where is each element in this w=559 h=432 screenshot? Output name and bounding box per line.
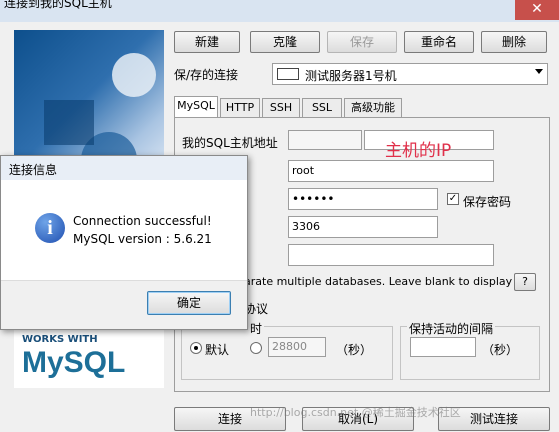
keepalive-input[interactable] bbox=[410, 337, 476, 357]
host-input[interactable] bbox=[288, 130, 362, 150]
tab-advanced[interactable]: 高级功能 bbox=[344, 98, 402, 118]
save-button[interactable]: 保存 bbox=[327, 31, 397, 53]
help-button[interactable]: ? bbox=[514, 273, 536, 291]
save-password-checkbox[interactable]: ✓ bbox=[447, 193, 459, 205]
custom-timeout-radio[interactable] bbox=[250, 342, 262, 354]
connection-info-dialog: 连接信息 i Connection successful! MySQL vers… bbox=[0, 155, 248, 330]
default-radio[interactable] bbox=[190, 342, 202, 354]
logo-mysql: MySQL bbox=[22, 346, 126, 379]
timeout-label: 时 bbox=[248, 320, 265, 337]
password-input[interactable]: •••••• bbox=[288, 188, 438, 210]
saved-connection-value: 测试服务器1号机 bbox=[305, 69, 397, 83]
info-icon: i bbox=[35, 213, 65, 243]
window-titlebar: 连接到我的SQL主机 ✕ bbox=[0, 0, 559, 22]
save-password-label: 保存密码 bbox=[463, 195, 512, 209]
dialog-message-line2: MySQL version : 5.6.21 bbox=[73, 232, 212, 246]
chevron-down-icon[interactable] bbox=[535, 69, 543, 74]
info-glyph: i bbox=[47, 217, 53, 239]
rename-button[interactable]: 重命名 bbox=[404, 31, 474, 53]
database-hint: arate multiple databases. Leave blank to… bbox=[244, 275, 533, 288]
tab-ssl[interactable]: SSL bbox=[302, 98, 342, 118]
database-input[interactable] bbox=[288, 244, 494, 266]
watermark: http://blog.csdn.net @稀土掘金技术社区 bbox=[250, 406, 461, 419]
tab-ssh[interactable]: SSH bbox=[262, 98, 300, 118]
dialog-message-line1: Connection successful! bbox=[73, 214, 212, 228]
ok-button[interactable]: 确定 bbox=[147, 291, 231, 315]
timeout-input[interactable]: 28800 bbox=[268, 337, 326, 357]
saved-connection-label: 保/存的连接 bbox=[174, 68, 239, 82]
saved-connection-select[interactable]: 测试服务器1号机 bbox=[272, 63, 548, 85]
radio-dot bbox=[194, 346, 198, 350]
timeout-seconds: （秒） bbox=[336, 343, 373, 357]
default-label: 默认 bbox=[205, 343, 230, 357]
host-label: 我的SQL主机地址 bbox=[182, 136, 278, 150]
dialog-titlebar: 连接信息 bbox=[1, 156, 247, 180]
port-input[interactable]: 3306 bbox=[288, 216, 438, 238]
dialog-title: 连接信息 bbox=[9, 163, 58, 177]
color-swatch bbox=[277, 68, 299, 80]
host-annotation: 主机的IP bbox=[385, 141, 452, 161]
tab-mysql[interactable]: MySQL bbox=[174, 96, 218, 118]
new-button[interactable]: 新建 bbox=[174, 31, 240, 53]
keepalive-label: 保持活动的间隔 bbox=[407, 320, 496, 337]
mysql-logo: WORKS WITH MySQL bbox=[14, 330, 164, 388]
close-button[interactable]: ✕ bbox=[515, 0, 559, 20]
user-input[interactable]: root bbox=[288, 160, 494, 182]
logo-works-with: WORKS WITH bbox=[22, 334, 98, 345]
keepalive-seconds: （秒） bbox=[482, 343, 519, 357]
clone-button[interactable]: 克隆 bbox=[250, 31, 320, 53]
tab-http[interactable]: HTTP bbox=[220, 98, 260, 118]
window-title: 连接到我的SQL主机 bbox=[4, 0, 112, 10]
delete-button[interactable]: 删除 bbox=[481, 31, 547, 53]
